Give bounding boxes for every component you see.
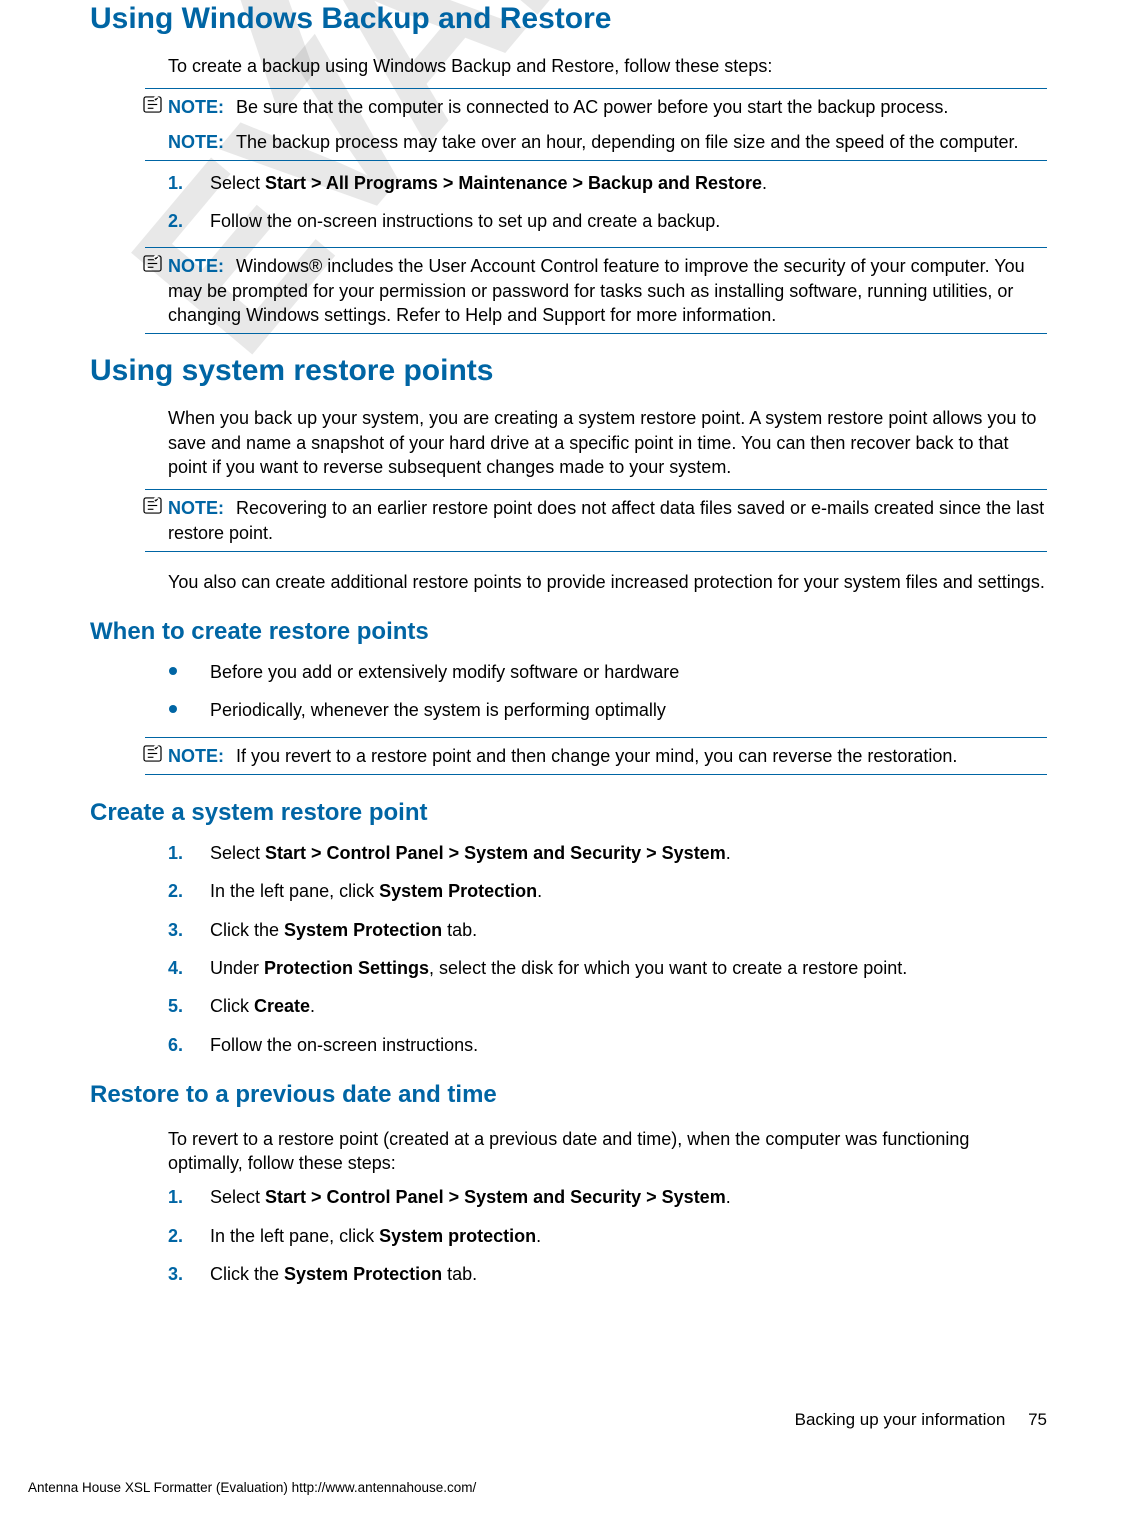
steps-list: 1. Select Start > All Programs > Maintena… [168, 171, 1047, 234]
note-icon [143, 745, 162, 762]
note-icon [143, 255, 162, 272]
note-text: The backup process may take over an hour… [236, 132, 1019, 152]
heading-restore-previous: Restore to a previous date and time [90, 1081, 1047, 1109]
note-block: NOTE:Windows® includes the User Account … [145, 247, 1047, 334]
heading-create-restore: Create a system restore point [90, 799, 1047, 827]
note-text: Recovering to an earlier restore point d… [168, 498, 1044, 542]
step-number: 4. [168, 956, 183, 980]
note-label: NOTE: [168, 97, 224, 117]
page-number: 75 [1028, 1410, 1047, 1429]
bullet-item: Periodically, whenever the system is per… [168, 698, 1047, 722]
step-number: 3. [168, 918, 183, 942]
footer-text: Backing up your information [795, 1410, 1006, 1429]
generator-credit: Antenna House XSL Formatter (Evaluation)… [28, 1480, 476, 1495]
step-text: In the left pane, click System protectio… [210, 1226, 541, 1246]
step-item: 6. Follow the on-screen instructions. [168, 1033, 1047, 1057]
page-content: Using Windows Backup and Restore To crea… [90, 0, 1047, 1286]
note-label: NOTE: [168, 132, 224, 152]
step-item: 5. Click Create. [168, 994, 1047, 1018]
step-item: 2. In the left pane, click System Protect… [168, 879, 1047, 903]
step-number: 5. [168, 994, 183, 1018]
note-label: NOTE: [168, 498, 224, 518]
note-block: NOTE: If you revert to a restore point an… [145, 737, 1047, 775]
step-number: 6. [168, 1033, 183, 1057]
bullet-list: Before you add or extensively modify sof… [168, 660, 1047, 723]
bullet-item: Before you add or extensively modify sof… [168, 660, 1047, 684]
step-text: Click the System Protection tab. [210, 920, 477, 940]
step-item: 1. Select Start > All Programs > Maintena… [168, 171, 1047, 195]
step-text: Follow the on-screen instructions to set… [210, 211, 720, 231]
step-item: 2. In the left pane, click System protect… [168, 1224, 1047, 1248]
step-text: Under Protection Settings, select the di… [210, 958, 907, 978]
step-number: 1. [168, 1185, 183, 1209]
paragraph: To revert to a restore point (created at… [168, 1127, 1047, 1176]
heading-when-create: When to create restore points [90, 618, 1047, 646]
paragraph: To create a backup using Windows Backup … [168, 54, 1047, 78]
step-number: 2. [168, 209, 183, 233]
steps-list: 1. Select Start > Control Panel > System … [168, 841, 1047, 1057]
step-item: 1. Select Start > Control Panel > System … [168, 841, 1047, 865]
step-text: In the left pane, click System Protectio… [210, 881, 542, 901]
step-text: Follow the on-screen instructions. [210, 1035, 478, 1055]
note-label: NOTE: [168, 746, 224, 766]
step-item: 2. Follow the on-screen instructions to s… [168, 209, 1047, 233]
page-footer: Backing up your information 75 [795, 1410, 1047, 1430]
heading-restore-points: Using system restore points [90, 344, 1047, 388]
step-item: 1. Select Start > Control Panel > System … [168, 1185, 1047, 1209]
step-number: 1. [168, 841, 183, 865]
paragraph: You also can create additional restore p… [168, 570, 1047, 594]
note-block: NOTE: Be sure that the computer is connec… [145, 88, 1047, 161]
note-text: Be sure that the computer is connected t… [236, 97, 948, 117]
step-text: Select Start > All Programs > Maintenanc… [210, 173, 767, 193]
note-text: Windows® includes the User Account Contr… [168, 256, 1025, 325]
document-page: XSL Formatter EVALUATION Using Windows B… [0, 0, 1137, 1519]
note-icon [143, 497, 162, 514]
step-number: 2. [168, 879, 183, 903]
paragraph: When you back up your system, you are cr… [168, 406, 1047, 479]
steps-list: 1. Select Start > Control Panel > System … [168, 1185, 1047, 1286]
step-text: Select Start > Control Panel > System an… [210, 1187, 731, 1207]
step-text: Select Start > Control Panel > System an… [210, 843, 731, 863]
step-number: 1. [168, 171, 183, 195]
heading-backup-restore: Using Windows Backup and Restore [90, 0, 1047, 36]
step-number: 3. [168, 1262, 183, 1286]
step-number: 2. [168, 1224, 183, 1248]
note-label: NOTE: [168, 256, 224, 276]
note-icon [143, 96, 162, 113]
step-text: Click the System Protection tab. [210, 1264, 477, 1284]
step-item: 3. Click the System Protection tab. [168, 1262, 1047, 1286]
note-text: If you revert to a restore point and the… [236, 746, 957, 766]
step-item: 3. Click the System Protection tab. [168, 918, 1047, 942]
step-item: 4. Under Protection Settings, select the … [168, 956, 1047, 980]
note-block: NOTE:Recovering to an earlier restore po… [145, 489, 1047, 552]
step-text: Click Create. [210, 996, 315, 1016]
